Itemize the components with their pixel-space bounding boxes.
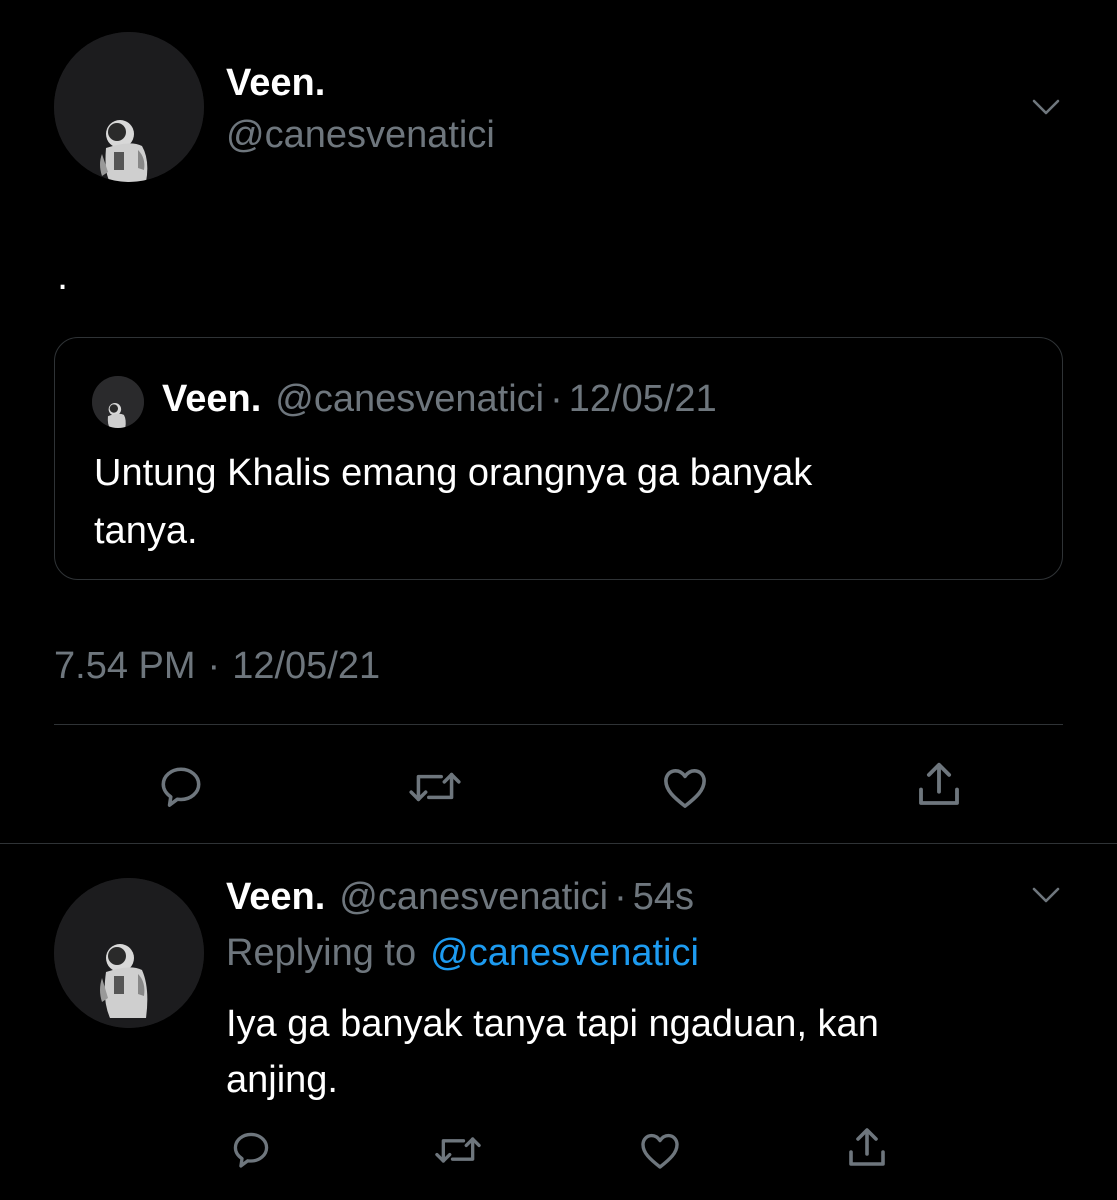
tweet-timestamp[interactable]: 7.54 PM · 12/05/21 xyxy=(54,642,380,690)
quoted-date: 12/05/21 xyxy=(568,378,717,420)
quoted-tweet-card[interactable]: Veen. @canesvenatici · 12/05/21 Untung K… xyxy=(54,337,1063,580)
astronaut-avatar-icon xyxy=(54,878,204,1028)
reply-avatar[interactable] xyxy=(54,878,204,1028)
chevron-down-icon xyxy=(1032,99,1060,115)
replying-to: Replying to @canesvenatici xyxy=(226,930,699,976)
reply-separator: · xyxy=(614,876,627,918)
speech-bubble-icon xyxy=(161,767,201,807)
retweet-arrows-icon xyxy=(435,1137,481,1163)
quoted-text-line-1: Untung Khalis emang orangnya ga banyak xyxy=(94,452,813,494)
heart-icon xyxy=(664,769,706,808)
reply-like-button[interactable] xyxy=(636,1126,684,1174)
quoted-avatar xyxy=(92,376,144,428)
reply-retweet-button[interactable] xyxy=(432,1128,484,1172)
reply-author-name[interactable]: Veen. xyxy=(226,874,325,920)
author-name[interactable]: Veen. xyxy=(226,60,325,106)
author-handle[interactable]: @canesvenatici xyxy=(226,112,495,158)
replying-to-label: Replying to xyxy=(226,932,417,974)
speech-bubble-icon xyxy=(233,1132,269,1168)
quoted-author-name: Veen. xyxy=(162,378,262,420)
reply-share-button[interactable] xyxy=(843,1124,891,1172)
reply-reply-button[interactable] xyxy=(229,1128,273,1172)
avatar[interactable] xyxy=(54,32,204,182)
share-button[interactable] xyxy=(912,758,966,812)
timestamp-separator: · xyxy=(207,645,221,687)
like-button[interactable] xyxy=(658,760,712,814)
divider xyxy=(54,724,1063,725)
tweet-separator xyxy=(0,843,1117,844)
reply-text-line-1: Iya ga banyak tanya tapi ngaduan, kan xyxy=(226,1003,879,1045)
quoted-separator: · xyxy=(550,378,563,420)
chevron-down-icon xyxy=(1032,887,1060,903)
tweet-time: 7.54 PM xyxy=(54,645,196,687)
reply-header: Veen. @canesvenatici · 54s xyxy=(226,874,694,920)
reply-text-line-2: anjing. xyxy=(226,1059,338,1101)
share-upload-icon xyxy=(849,1128,885,1166)
tweet-text: . xyxy=(57,254,69,298)
reply-button[interactable] xyxy=(156,762,206,812)
quoted-author-handle: @canesvenatici xyxy=(275,378,545,420)
astronaut-avatar-icon xyxy=(92,376,144,428)
share-upload-icon xyxy=(919,762,959,805)
retweet-arrows-icon xyxy=(409,772,461,802)
tweet-date: 12/05/21 xyxy=(232,645,381,687)
reply-age[interactable]: 54s xyxy=(633,874,694,920)
astronaut-avatar-icon xyxy=(54,32,204,182)
quoted-text-line-2: tanya. xyxy=(94,510,198,552)
quoted-header: Veen. @canesvenatici · 12/05/21 xyxy=(162,376,717,422)
reply-author-handle[interactable]: @canesvenatici xyxy=(339,874,608,920)
replying-to-handle[interactable]: @canesvenatici xyxy=(430,930,699,976)
reply-more-options-button[interactable] xyxy=(1028,878,1064,914)
heart-icon xyxy=(641,1133,679,1169)
more-options-button[interactable] xyxy=(1028,90,1064,126)
retweet-button[interactable] xyxy=(406,762,464,812)
